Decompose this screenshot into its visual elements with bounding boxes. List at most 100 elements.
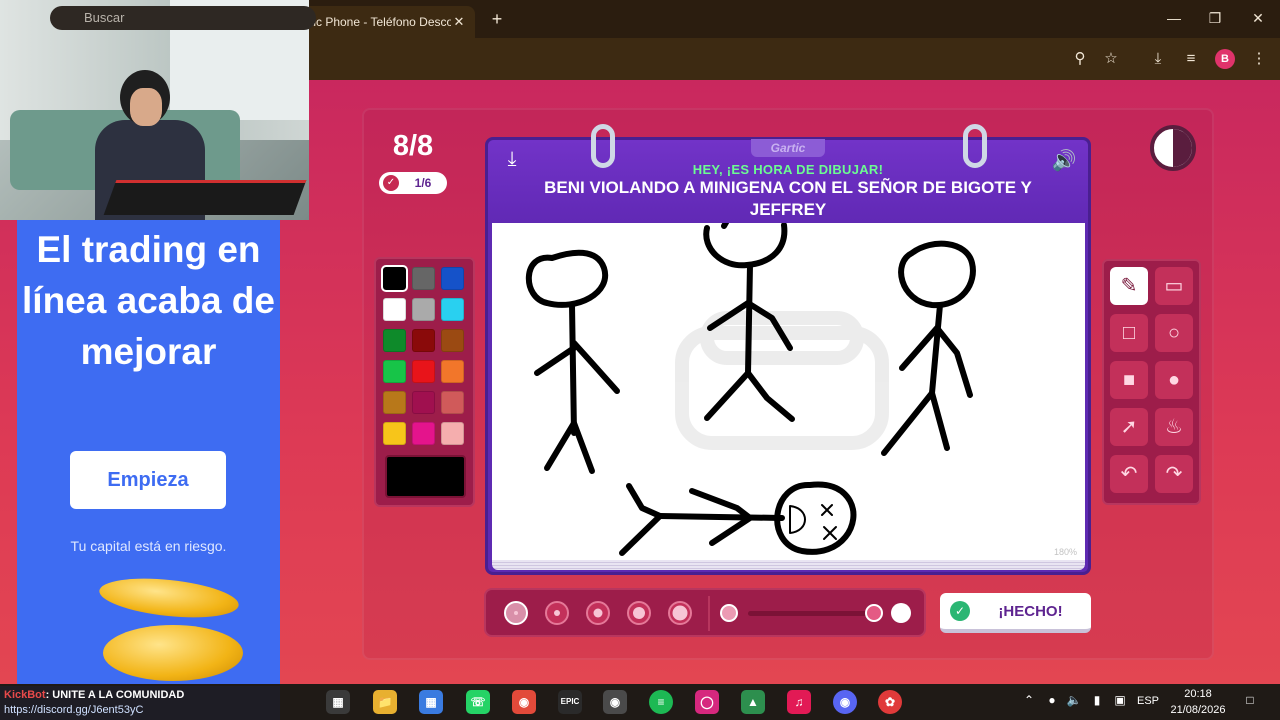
current-color-preview[interactable] bbox=[385, 455, 466, 498]
color-swatch[interactable] bbox=[383, 360, 406, 383]
color-swatch[interactable] bbox=[441, 391, 464, 414]
eraser-icon: ▭ bbox=[1164, 275, 1184, 297]
tray-chevron-icon[interactable]: ⌃ bbox=[1021, 692, 1037, 708]
file-explorer-icon[interactable]: 📁 bbox=[373, 690, 397, 714]
brush-size-3[interactable] bbox=[586, 601, 610, 625]
browser-menu-icon[interactable]: ⋮ bbox=[1247, 48, 1271, 70]
dead-face bbox=[789, 504, 837, 540]
drive-icon[interactable]: ▲ bbox=[741, 690, 765, 714]
microphone-icon[interactable]: ● bbox=[1044, 692, 1060, 708]
drawing-prompt: BENI VIOLANDO A MINIGENA CON EL SEÑOR DE… bbox=[544, 178, 1032, 219]
filled-ellipse-tool[interactable]: ● bbox=[1155, 361, 1193, 399]
ellipse-tool[interactable]: ○ bbox=[1155, 314, 1193, 352]
bookmark-star-icon[interactable]: ☆ bbox=[1099, 48, 1123, 70]
line-tool[interactable]: ➚ bbox=[1110, 408, 1148, 446]
media-control-icon[interactable]: ≡ bbox=[1179, 48, 1203, 70]
clock-date[interactable]: 21/08/2026 bbox=[1166, 704, 1230, 716]
brush-size-1[interactable] bbox=[504, 601, 528, 625]
fill-bucket-tool[interactable]: ♨ bbox=[1155, 408, 1193, 446]
chat-username: KickBot bbox=[4, 689, 46, 701]
color-swatch[interactable] bbox=[412, 329, 435, 352]
store-icon[interactable]: ▦ bbox=[419, 690, 443, 714]
whatsapp-icon[interactable]: ☏ bbox=[466, 690, 490, 714]
tab-title: tic Phone - Teléfono Descon bbox=[310, 15, 451, 29]
spotify-icon[interactable]: ≡ bbox=[649, 690, 673, 714]
drawing-board: Gartic ⤓ 🔊 HEY, ¡ES HORA DE DIBUJAR! BEN… bbox=[485, 124, 1091, 575]
brush-size-4[interactable] bbox=[627, 601, 651, 625]
brush-size-5[interactable] bbox=[668, 601, 692, 625]
tab-close-icon[interactable]: ✕ bbox=[451, 14, 467, 30]
canvas-drawing bbox=[525, 223, 976, 556]
color-app-icon[interactable]: ✿ bbox=[878, 690, 902, 714]
color-swatch[interactable] bbox=[381, 265, 408, 292]
app-icon[interactable]: ◉ bbox=[603, 690, 627, 714]
profile-avatar[interactable]: B bbox=[1215, 49, 1235, 69]
color-swatch[interactable] bbox=[441, 267, 464, 290]
color-swatch[interactable] bbox=[412, 422, 435, 445]
color-swatch[interactable] bbox=[412, 391, 435, 414]
players-done-count: 1/6 bbox=[414, 176, 432, 190]
color-swatch[interactable] bbox=[383, 298, 406, 321]
done-button[interactable]: ✓ ¡HECHO! bbox=[940, 593, 1091, 633]
ad-banner[interactable]: El trading en línea acaba de mejorar Emp… bbox=[17, 220, 280, 684]
brush-controls bbox=[484, 588, 926, 637]
notifications-icon[interactable]: □ bbox=[1242, 692, 1258, 708]
theme-toggle-button[interactable] bbox=[1150, 125, 1196, 171]
color-swatch[interactable] bbox=[383, 422, 406, 445]
network-icon[interactable]: ▣ bbox=[1112, 692, 1128, 708]
browser-tab[interactable]: tic Phone - Teléfono Descon ✕ bbox=[300, 6, 475, 38]
zoom-icon[interactable]: ⚲ bbox=[1068, 48, 1092, 70]
color-swatch[interactable] bbox=[412, 267, 435, 290]
color-swatch[interactable] bbox=[441, 329, 464, 352]
color-swatch[interactable] bbox=[412, 360, 435, 383]
drawing-canvas[interactable]: 180% bbox=[492, 223, 1085, 567]
task-view-icon[interactable]: ▦ bbox=[326, 690, 350, 714]
color-swatch[interactable] bbox=[441, 298, 464, 321]
opacity-slider[interactable] bbox=[748, 611, 868, 616]
rectangle-tool[interactable]: □ bbox=[1110, 314, 1148, 352]
color-swatch[interactable] bbox=[412, 298, 435, 321]
opacity-max-indicator bbox=[891, 603, 911, 623]
minimize-button[interactable]: — bbox=[1157, 6, 1191, 30]
stream-chat-overlay: KickBot: UNITE A LA COMUNIDAD https://di… bbox=[0, 686, 280, 720]
opacity-slider-handle[interactable] bbox=[865, 604, 883, 622]
controls-divider bbox=[708, 596, 710, 631]
volume-icon[interactable]: 🔈 bbox=[1066, 692, 1082, 708]
color-swatch[interactable] bbox=[441, 422, 464, 445]
instagram-icon[interactable]: ◯ bbox=[695, 690, 719, 714]
language-indicator[interactable]: ESP bbox=[1135, 695, 1161, 707]
undo-tool[interactable]: ↶ bbox=[1110, 455, 1148, 493]
brush-size-dot bbox=[593, 608, 603, 618]
chat-link: https://discord.gg/J6ent53yC bbox=[4, 704, 144, 716]
coin-image bbox=[97, 572, 241, 624]
brush-size-dot bbox=[554, 610, 560, 616]
color-swatch[interactable] bbox=[383, 391, 406, 414]
battery-icon[interactable]: ▮ bbox=[1089, 692, 1105, 708]
tiktok-icon[interactable]: ♫ bbox=[787, 690, 811, 714]
restore-button[interactable]: ❐ bbox=[1198, 6, 1232, 30]
pencil-tool[interactable]: ✎ bbox=[1110, 267, 1148, 305]
brush-size-dot bbox=[633, 607, 645, 619]
discord-icon[interactable]: ◉ bbox=[833, 690, 857, 714]
clock-time[interactable]: 20:18 bbox=[1168, 688, 1228, 700]
chrome-icon[interactable]: ◉ bbox=[512, 690, 536, 714]
redo-tool[interactable]: ↷ bbox=[1155, 455, 1193, 493]
brush-size-2[interactable] bbox=[545, 601, 569, 625]
new-tab-button[interactable]: + bbox=[486, 8, 508, 30]
chat-text: : UNITE A LA COMUNIDAD bbox=[45, 689, 185, 701]
color-swatch[interactable] bbox=[441, 360, 464, 383]
check-icon: ✓ bbox=[950, 601, 970, 621]
epic-games-icon[interactable]: EPIC bbox=[558, 690, 582, 714]
filled-circle-icon: ● bbox=[1167, 369, 1181, 391]
download-icon[interactable]: ⤓ bbox=[1146, 48, 1170, 70]
ad-cta-button[interactable]: Empieza bbox=[70, 451, 226, 509]
taskbar-search-input[interactable]: Buscar bbox=[50, 6, 316, 30]
eraser-tool[interactable]: ▭ bbox=[1155, 267, 1193, 305]
stick-figure-3 bbox=[881, 240, 976, 456]
check-icon: ✓ bbox=[383, 175, 399, 191]
filled-rectangle-tool[interactable]: ■ bbox=[1110, 361, 1148, 399]
stick-figure-1 bbox=[525, 249, 620, 474]
close-window-button[interactable]: ✕ bbox=[1241, 6, 1275, 30]
color-swatch[interactable] bbox=[383, 329, 406, 352]
canvas-paper-edge bbox=[492, 560, 1085, 570]
